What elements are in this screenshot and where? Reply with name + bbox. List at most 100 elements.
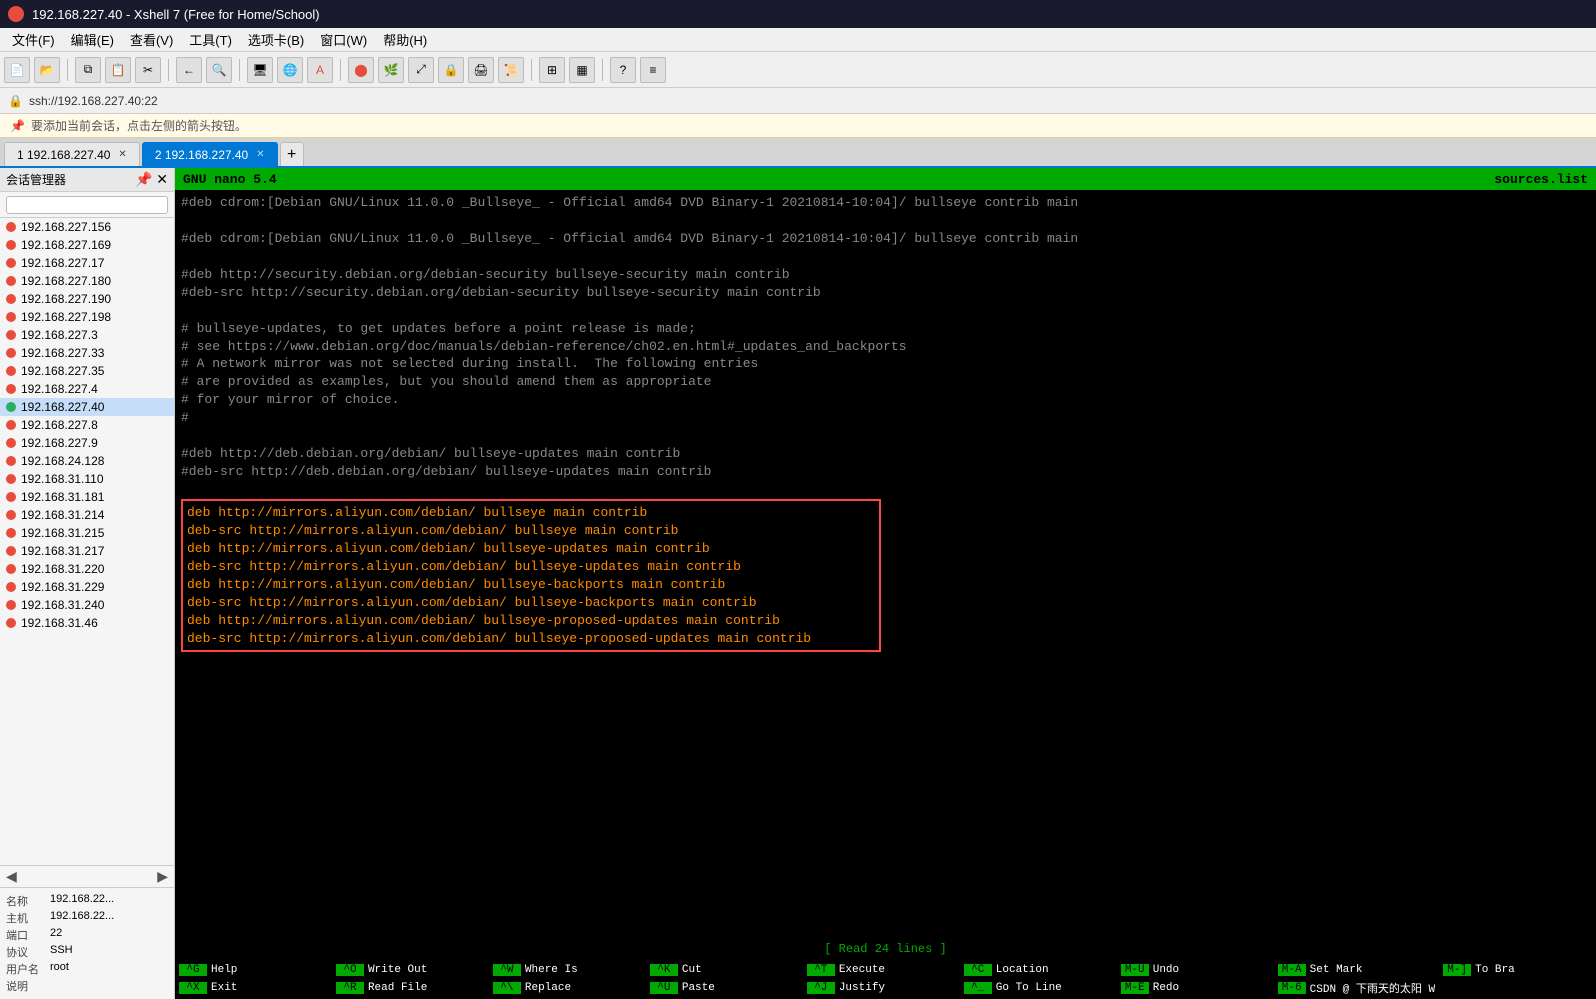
sidebar-item-16[interactable]: 192.168.31.214 <box>0 506 174 524</box>
sidebar-item-2[interactable]: 192.168.227.17 <box>0 254 174 272</box>
sidebar-item-17[interactable]: 192.168.31.215 <box>0 524 174 542</box>
status-dot-14 <box>6 474 16 484</box>
terminal-content[interactable]: #deb cdrom:[Debian GNU/Linux 11.0.0 _Bul… <box>175 190 1596 939</box>
status-dot-18 <box>6 546 16 556</box>
shortcut-whereis[interactable]: ^W Where Is <box>493 961 642 979</box>
sidebar-item-4[interactable]: 192.168.227.190 <box>0 290 174 308</box>
toolbar-script[interactable]: 📜 <box>498 57 524 83</box>
sidebar-item-14[interactable]: 192.168.31.110 <box>0 470 174 488</box>
toolbar-green[interactable]: 🌿 <box>378 57 404 83</box>
shortcut-cut[interactable]: ^K Cut <box>650 961 799 979</box>
sidebar-pin[interactable]: 📌 ✕ <box>135 171 168 188</box>
label-readfile: Read File <box>368 982 427 994</box>
sidebar-search-input[interactable] <box>6 196 168 214</box>
shortcut-setmark[interactable]: M-A Set Mark <box>1278 961 1435 979</box>
shortcut-gotoline[interactable]: ^_ Go To Line <box>964 979 1113 997</box>
shortcut-readfile[interactable]: ^R Read File <box>336 979 485 997</box>
sidebar-item-5[interactable]: 192.168.227.198 <box>0 308 174 326</box>
toolbar-cut[interactable]: ✂ <box>135 57 161 83</box>
menu-tools[interactable]: 工具(T) <box>181 28 240 51</box>
toolbar-open[interactable]: 📂 <box>34 57 60 83</box>
tab-1-close[interactable]: ✕ <box>118 149 126 160</box>
toolbar-new[interactable]: 📄 <box>4 57 30 83</box>
menu-tabs[interactable]: 选项卡(B) <box>240 28 312 51</box>
toolbar-expand[interactable]: ⤢ <box>408 57 434 83</box>
toolbar-help[interactable]: ? <box>610 57 636 83</box>
address-text: ssh://192.168.227.40:22 <box>29 94 158 108</box>
label-m6: CSDN @ 下雨天的太阳 W <box>1310 980 1435 996</box>
sidebar-item-label-4: 192.168.227.190 <box>21 292 111 306</box>
toolbar-split[interactable]: ⊞ <box>539 57 565 83</box>
toolbar-lock[interactable]: 🔒 <box>438 57 464 83</box>
toolbar-print[interactable]: 🖨 <box>468 57 494 83</box>
sidebar-item-6[interactable]: 192.168.227.3 <box>0 326 174 344</box>
menu-view[interactable]: 查看(V) <box>122 28 181 51</box>
nav-left-arrow[interactable]: ◀ <box>6 868 17 885</box>
sidebar-item-18[interactable]: 192.168.31.217 <box>0 542 174 560</box>
sidebar-item-9[interactable]: 192.168.227.4 <box>0 380 174 398</box>
sidebar-item-0[interactable]: 192.168.227.156 <box>0 218 174 236</box>
shortcut-writeout[interactable]: ^O Write Out <box>336 961 485 979</box>
toolbar-layout[interactable]: ▦ <box>569 57 595 83</box>
sidebar-item-1[interactable]: 192.168.227.169 <box>0 236 174 254</box>
shortcut-location[interactable]: ^C Location <box>964 961 1113 979</box>
sidebar-item-12[interactable]: 192.168.227.9 <box>0 434 174 452</box>
info-banner: 📌 要添加当前会话，点击左侧的箭头按钮。 <box>0 114 1596 138</box>
sidebar-item-label-14: 192.168.31.110 <box>21 472 104 486</box>
sidebar-item-label-17: 192.168.31.215 <box>21 526 104 540</box>
status-dot-8 <box>6 366 16 376</box>
terminal[interactable]: GNU nano 5.4 sources.list #deb cdrom:[De… <box>175 168 1596 999</box>
sidebar-item-21[interactable]: 192.168.31.240 <box>0 596 174 614</box>
shortcut-col-9: M-] To Bra <box>1439 961 1596 997</box>
shortcut-undo[interactable]: M-U Undo <box>1121 961 1270 979</box>
window-title: 192.168.227.40 - Xshell 7 (Free for Home… <box>32 7 320 22</box>
tab-add-button[interactable]: + <box>280 142 304 166</box>
tab-1[interactable]: 1 192.168.227.40 ✕ <box>4 142 140 166</box>
sidebar-item-label-16: 192.168.31.214 <box>21 508 104 522</box>
sidebar-item-13[interactable]: 192.168.24.128 <box>0 452 174 470</box>
nav-right-arrow[interactable]: ▶ <box>157 868 168 885</box>
toolbar-red[interactable]: ⬤ <box>348 57 374 83</box>
sidebar-item-label-2: 192.168.227.17 <box>21 256 104 270</box>
toolbar-find[interactable]: 🔍 <box>206 57 232 83</box>
tab-2-close[interactable]: ✕ <box>256 149 264 160</box>
menu-file[interactable]: 文件(F) <box>4 28 63 51</box>
menu-window[interactable]: 窗口(W) <box>312 28 375 51</box>
sidebar-item-label-18: 192.168.31.217 <box>21 544 104 558</box>
line-1: #deb cdrom:[Debian GNU/Linux 11.0.0 _Bul… <box>181 194 1590 212</box>
toolbar-back[interactable]: ← <box>176 57 202 83</box>
toolbar-paste[interactable]: 📋 <box>105 57 131 83</box>
shortcut-paste[interactable]: ^U Paste <box>650 979 799 997</box>
sidebar-item-15[interactable]: 192.168.31.181 <box>0 488 174 506</box>
toolbar-globe[interactable]: 🌐 <box>277 57 303 83</box>
toolbar-copy[interactable]: ⧉ <box>75 57 101 83</box>
tab-2[interactable]: 2 192.168.227.40 ✕ <box>142 142 278 166</box>
sidebar-item-11[interactable]: 192.168.227.8 <box>0 416 174 434</box>
toolbar-color[interactable]: A <box>307 57 333 83</box>
sidebar-item-22[interactable]: 192.168.31.46 <box>0 614 174 632</box>
line-blank-2 <box>181 248 1590 266</box>
menu-edit[interactable]: 编辑(E) <box>63 28 122 51</box>
shortcut-redo[interactable]: M-E Redo <box>1121 979 1270 997</box>
shortcut-m6[interactable]: M-6 CSDN @ 下雨天的太阳 W <box>1278 979 1435 997</box>
value-desc <box>50 978 168 994</box>
menu-help[interactable]: 帮助(H) <box>375 28 435 51</box>
shortcut-tobra[interactable]: M-] To Bra <box>1443 961 1592 979</box>
shortcut-execute[interactable]: ^T Execute <box>807 961 956 979</box>
shortcut-help[interactable]: ^G Help <box>179 961 328 979</box>
sidebar-item-19[interactable]: 192.168.31.220 <box>0 560 174 578</box>
sidebar-item-label-7: 192.168.227.33 <box>21 346 104 360</box>
toolbar-more[interactable]: ≡ <box>640 57 666 83</box>
shortcut-exit[interactable]: ^X Exit <box>179 979 328 997</box>
sidebar-item-8[interactable]: 192.168.227.35 <box>0 362 174 380</box>
shortcut-replace[interactable]: ^\ Replace <box>493 979 642 997</box>
sidebar-item-3[interactable]: 192.168.227.180 <box>0 272 174 290</box>
shortcut-justify[interactable]: ^J Justify <box>807 979 956 997</box>
label-replace: Replace <box>525 982 571 994</box>
toolbar-screen[interactable]: 🖥 <box>247 57 273 83</box>
sidebar-item-7[interactable]: 192.168.227.33 <box>0 344 174 362</box>
sidebar-item-10[interactable]: 192.168.227.40 <box>0 398 174 416</box>
sidebar-list: 192.168.227.156 192.168.227.169 192.168.… <box>0 218 174 865</box>
sidebar-item-20[interactable]: 192.168.31.229 <box>0 578 174 596</box>
line-2: #deb cdrom:[Debian GNU/Linux 11.0.0 _Bul… <box>181 230 1590 248</box>
